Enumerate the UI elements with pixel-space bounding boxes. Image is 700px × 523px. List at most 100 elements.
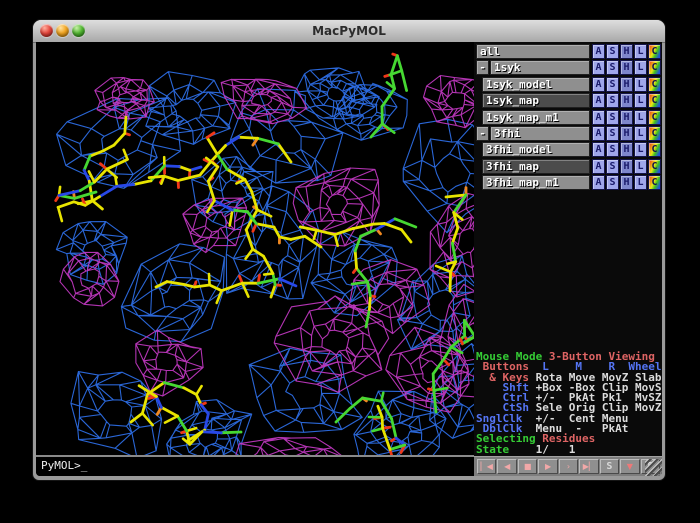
density-mesh-lines <box>256 224 274 227</box>
object-list: allASHLC-1sykASHLC1syk_modelASHLC1syk_ma… <box>474 44 662 192</box>
a-menu-button-3fhi_model[interactable]: A <box>592 142 605 157</box>
s-menu-button-1syk_map[interactable]: S <box>606 93 619 108</box>
command-line-bar[interactable]: PyMOL>_ <box>36 455 474 476</box>
l-menu-button-all[interactable]: L <box>634 44 647 59</box>
density-mesh-lines <box>149 176 164 177</box>
a-menu-button-all[interactable]: A <box>592 44 605 59</box>
object-name-3fhi_model[interactable]: 3fhi_model <box>482 142 590 157</box>
collapse-toggle-1syk[interactable]: - <box>476 60 489 75</box>
object-name-1syk[interactable]: 1syk <box>490 60 590 75</box>
density-mesh-lines <box>460 339 462 344</box>
scene-button[interactable]: S <box>600 459 619 474</box>
c-menu-button-all[interactable]: C <box>648 44 661 59</box>
density-mesh-lines <box>398 255 475 349</box>
density-mesh-lines <box>190 167 201 170</box>
a-menu-button-1syk_map[interactable]: A <box>592 93 605 108</box>
density-mesh-lines <box>258 138 279 144</box>
resize-grip-icon[interactable] <box>645 459 662 476</box>
h-menu-button-1syk[interactable]: H <box>620 60 633 75</box>
a-menu-button-1syk_map_m1[interactable]: A <box>592 110 605 125</box>
stop-button[interactable]: ■ <box>518 459 537 474</box>
c-menu-button-1syk_map[interactable]: C <box>648 93 661 108</box>
c-menu-button-3fhi_map_m1[interactable]: C <box>648 175 661 190</box>
c-menu-button-3fhi_model[interactable]: C <box>648 142 661 157</box>
h-menu-button-1syk_map_m1[interactable]: H <box>620 110 633 125</box>
density-mesh-lines <box>58 202 74 208</box>
h-menu-button-3fhi[interactable]: H <box>620 126 633 141</box>
c-menu-button-1syk_map_m1[interactable]: C <box>648 110 661 125</box>
h-menu-button-1syk_model[interactable]: H <box>620 77 633 92</box>
collapse-toggle-3fhi[interactable]: - <box>476 126 489 141</box>
h-menu-button-3fhi_model[interactable]: H <box>620 142 633 157</box>
molecular-viewport[interactable] <box>36 42 474 455</box>
s-menu-button-all[interactable]: S <box>606 44 619 59</box>
c-menu-button-1syk[interactable]: C <box>648 60 661 75</box>
step-back-button[interactable]: ◀ <box>497 459 516 474</box>
l-menu-button-1syk_model[interactable]: L <box>634 77 647 92</box>
object-name-3fhi_map[interactable]: 3fhi_map <box>482 159 590 174</box>
density-mesh-lines <box>230 210 233 225</box>
density-mesh-lines <box>352 282 368 284</box>
density-mesh-lines <box>226 137 239 145</box>
macpymol-window: MacPyMOL PyMOL>_ allASHLC-1sykASHLC1syk_… <box>33 20 665 480</box>
l-menu-button-1syk[interactable]: L <box>634 60 647 75</box>
window-content: PyMOL>_ allASHLC-1sykASHLC1syk_modelASHL… <box>36 42 662 476</box>
s-menu-button-3fhi_map[interactable]: S <box>606 159 619 174</box>
a-menu-button-3fhi_map_m1[interactable]: A <box>592 175 605 190</box>
h-menu-button-3fhi_map[interactable]: H <box>620 159 633 174</box>
mouse-panel-line-9[interactable]: State 1/ 1 <box>476 445 662 455</box>
object-name-1syk_model[interactable]: 1syk_model <box>482 77 590 92</box>
density-mesh-lines <box>433 374 434 391</box>
l-menu-button-3fhi[interactable]: L <box>634 126 647 141</box>
density-mesh-lines <box>209 274 210 285</box>
l-menu-button-3fhi_model[interactable]: L <box>634 142 647 157</box>
control-sidebar: allASHLC-1sykASHLC1syk_modelASHLC1syk_ma… <box>474 42 662 476</box>
play-button[interactable]: ▶ <box>538 459 557 474</box>
density-mesh-lines <box>402 71 407 91</box>
l-menu-button-1syk_map[interactable]: L <box>634 93 647 108</box>
a-menu-button-1syk[interactable]: A <box>592 60 605 75</box>
s-menu-button-3fhi[interactable]: S <box>606 126 619 141</box>
forward-end-button[interactable]: ▶▏ <box>579 459 598 474</box>
s-menu-button-3fhi_map_m1[interactable]: S <box>606 175 619 190</box>
title-bar[interactable]: MacPyMOL <box>33 20 665 43</box>
density-mesh-lines <box>202 432 221 433</box>
object-row-3fhi_map: 3fhi_mapASHLC <box>474 159 662 174</box>
object-row-1syk: -1sykASHLC <box>474 60 662 75</box>
object-name-1syk_map[interactable]: 1syk_map <box>482 93 590 108</box>
c-menu-button-3fhi[interactable]: C <box>648 126 661 141</box>
density-mesh-lines <box>201 405 208 414</box>
s-menu-button-3fhi_model[interactable]: S <box>606 142 619 157</box>
a-menu-button-3fhi_map[interactable]: A <box>592 159 605 174</box>
h-menu-button-all[interactable]: H <box>620 44 633 59</box>
density-mesh-lines <box>280 237 291 239</box>
c-menu-button-3fhi_map[interactable]: C <box>648 159 661 174</box>
l-menu-button-3fhi_map_m1[interactable]: L <box>634 175 647 190</box>
object-name-3fhi_map_m1[interactable]: 3fhi_map_m1 <box>482 175 590 190</box>
menu-dropdown-button[interactable]: ▼ <box>620 459 639 474</box>
s-menu-button-1syk[interactable]: S <box>606 60 619 75</box>
l-menu-button-3fhi_map[interactable]: L <box>634 159 647 174</box>
command-prompt[interactable]: PyMOL>_ <box>36 457 474 475</box>
density-mesh-lines <box>59 191 80 196</box>
density-mesh-lines <box>434 388 448 390</box>
density-mesh-lines <box>117 185 134 187</box>
density-mesh-lines <box>124 150 128 160</box>
object-name-3fhi[interactable]: 3fhi <box>490 126 590 141</box>
c-menu-button-1syk_model[interactable]: C <box>648 77 661 92</box>
mouse-panel-text: State <box>476 443 509 456</box>
step-forward-button[interactable]: › <box>559 459 578 474</box>
h-menu-button-3fhi_map_m1[interactable]: H <box>620 175 633 190</box>
object-name-all[interactable]: all <box>476 44 590 59</box>
object-row-1syk_map: 1syk_mapASHLC <box>474 93 662 108</box>
density-mesh-lines <box>207 138 217 154</box>
s-menu-button-1syk_map_m1[interactable]: S <box>606 110 619 125</box>
a-menu-button-1syk_model[interactable]: A <box>592 77 605 92</box>
a-menu-button-3fhi[interactable]: A <box>592 126 605 141</box>
l-menu-button-1syk_map_m1[interactable]: L <box>634 110 647 125</box>
density-mesh-lines <box>373 224 385 225</box>
rewind-start-button[interactable]: ▏◀ <box>477 459 496 474</box>
s-menu-button-1syk_model[interactable]: S <box>606 77 619 92</box>
object-name-1syk_map_m1[interactable]: 1syk_map_m1 <box>482 110 590 125</box>
h-menu-button-1syk_map[interactable]: H <box>620 93 633 108</box>
